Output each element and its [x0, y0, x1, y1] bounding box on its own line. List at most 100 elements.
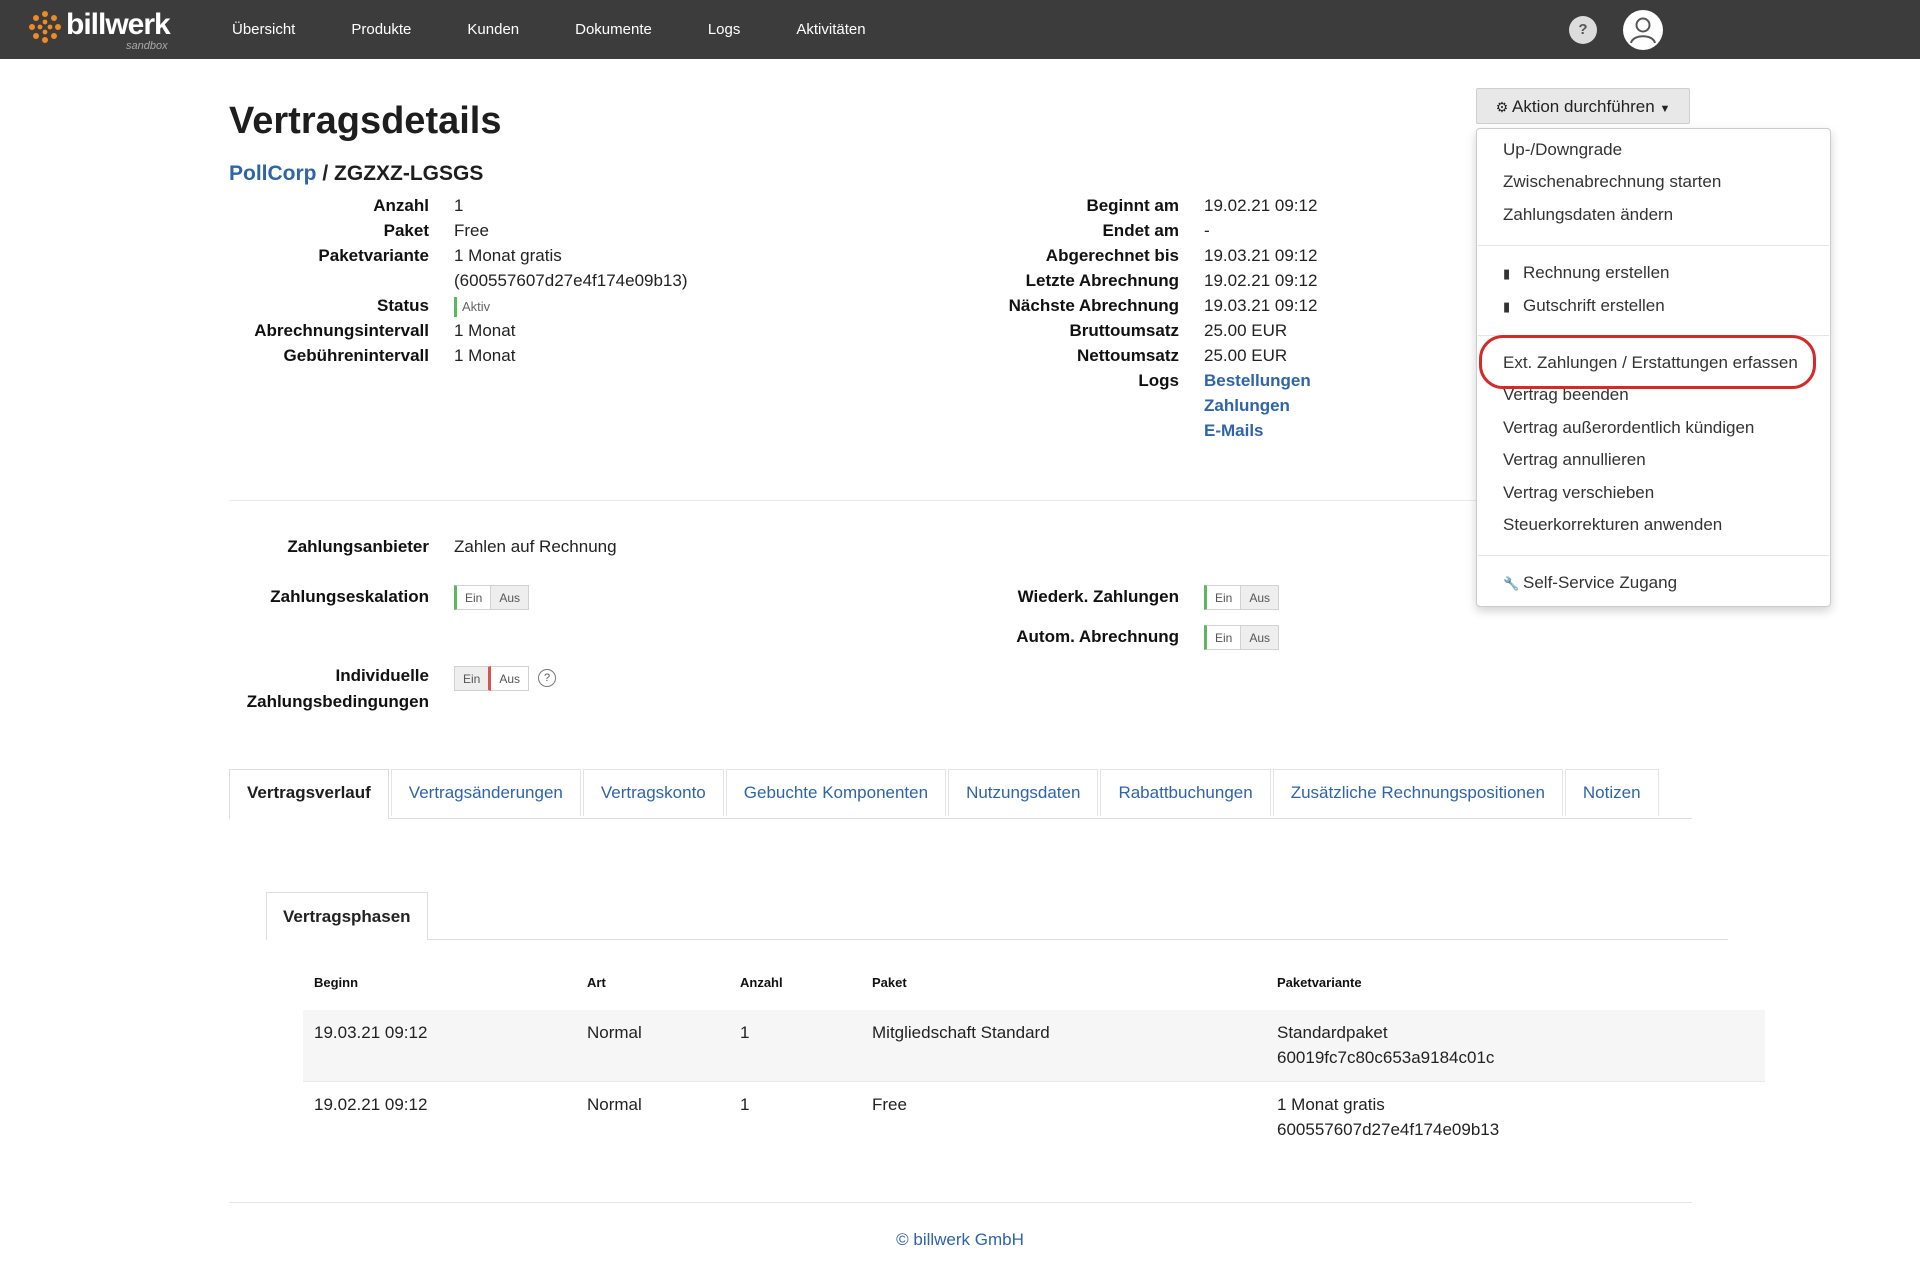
- col-header-paket: Paket: [872, 975, 907, 990]
- nav-logs[interactable]: Logs: [680, 0, 769, 59]
- menu-item-label: Gutschrift erstellen: [1523, 296, 1665, 315]
- toggle-aus[interactable]: Aus: [491, 585, 530, 610]
- footer-copyright[interactable]: © billwerk GmbH: [0, 1230, 1920, 1250]
- wrench-icon: 🔧: [1503, 576, 1520, 591]
- tab-vertragsverlauf[interactable]: Vertragsverlauf: [229, 769, 389, 819]
- toggle-ein[interactable]: Ein: [1204, 625, 1242, 650]
- paket-value: Free: [454, 221, 489, 240]
- nav-aktivitaeten[interactable]: Aktivitäten: [768, 0, 893, 59]
- toggle-aus[interactable]: Aus: [1241, 585, 1280, 610]
- footer-divider: [229, 1202, 1692, 1203]
- status-badge: Aktiv: [454, 297, 490, 317]
- abgerechnet-label: Abgerechnet bis: [1045, 246, 1179, 265]
- menu-item-zahlungsdaten-aendern[interactable]: Zahlungsdaten ändern: [1503, 205, 1673, 225]
- caret-down-icon: ▼: [1659, 103, 1671, 115]
- menu-item-self-service-zugang[interactable]: 🔧 Self-Service Zugang: [1503, 573, 1677, 593]
- aktion-button-label: Aktion durchführen: [1512, 97, 1655, 116]
- tab-zusaetzliche-rechnungspositionen[interactable]: Zusätzliche Rechnungspositionen: [1272, 769, 1563, 816]
- menu-item-up-downgrade[interactable]: Up-/Downgrade: [1503, 140, 1622, 160]
- highlight-annotation-ring: [1479, 335, 1816, 389]
- logs-label: Logs: [1138, 371, 1179, 390]
- tab-notizen[interactable]: Notizen: [1564, 769, 1659, 816]
- paket-label: Paket: [383, 221, 429, 240]
- breadcrumb-separator: /: [322, 162, 329, 185]
- logo-wordmark: billwerk: [66, 8, 171, 41]
- wiederk-zahlungen-toggle[interactable]: Ein Aus: [1204, 585, 1280, 610]
- toggle-ein[interactable]: Ein: [1204, 585, 1242, 610]
- nav-dokumente[interactable]: Dokumente: [547, 0, 680, 59]
- endet-label: Endet am: [1102, 221, 1179, 240]
- contract-breadcrumb: PollCorp / ZGZXZ-LGSGS: [229, 162, 483, 186]
- menu-item-gutschrift-erstellen[interactable]: ▮ Gutschrift erstellen: [1503, 296, 1665, 316]
- tab-rabattbuchungen[interactable]: Rabattbuchungen: [1100, 769, 1271, 816]
- contract-tabs: Vertragsverlauf Vertragsänderungen Vertr…: [229, 769, 1692, 819]
- cell-paketvariante: 1 Monat gratis 600557607d27e4f174e09b13: [1277, 1092, 1499, 1142]
- logs-zahlungen-link[interactable]: Zahlungen: [1204, 393, 1311, 418]
- toggle-ein[interactable]: Ein: [454, 666, 492, 691]
- menu-item-steuerkorrekturen[interactable]: Steuerkorrekturen anwenden: [1503, 515, 1722, 535]
- cell-paketvariante-id: 60019fc7c80c653a9184c01c: [1277, 1048, 1495, 1067]
- gebuehrenintervall-value: 1 Monat: [454, 346, 516, 365]
- autom-abrechnung-label: Autom. Abrechnung: [1016, 627, 1179, 646]
- cell-art: Normal: [587, 1095, 642, 1114]
- gebuehrenintervall-label: Gebührenintervall: [283, 346, 429, 365]
- menu-item-rechnung-erstellen[interactable]: ▮ Rechnung erstellen: [1503, 263, 1669, 283]
- wiederk-zahlungen-label: Wiederk. Zahlungen: [1017, 587, 1179, 606]
- zahlungsanbieter-value: Zahlen auf Rechnung: [454, 537, 617, 556]
- help-icon[interactable]: ?: [1569, 16, 1597, 44]
- user-avatar-icon[interactable]: [1623, 10, 1663, 50]
- nav-uebersicht[interactable]: Übersicht: [204, 0, 323, 59]
- letzte-abrechnung-label: Letzte Abrechnung: [1025, 271, 1179, 290]
- logo-dots-icon: [29, 11, 61, 43]
- individuelle-zahlungsbedingungen-toggle[interactable]: Ein Aus: [454, 666, 530, 691]
- menu-item-vertrag-verschieben[interactable]: Vertrag verschieben: [1503, 483, 1654, 503]
- menu-divider: [1478, 245, 1829, 246]
- cell-beginn: 19.03.21 09:12: [314, 1023, 428, 1042]
- menu-item-ausserordentlich-kuendigen[interactable]: Vertrag außerordentlich kündigen: [1503, 418, 1754, 438]
- tab-vertragsaenderungen[interactable]: Vertragsänderungen: [390, 769, 581, 816]
- aktion-durchfuehren-button[interactable]: ⚙ Aktion durchführen ▼: [1476, 88, 1690, 124]
- naechste-abrechnung-label: Nächste Abrechnung: [1008, 296, 1179, 315]
- abrechnungsintervall-value: 1 Monat: [454, 321, 516, 340]
- logs-bestellungen-link[interactable]: Bestellungen: [1204, 368, 1311, 393]
- nettoumsatz-value: 25.00 EUR: [1204, 346, 1288, 365]
- tab-vertragskonto[interactable]: Vertragskonto: [582, 769, 724, 816]
- bruttoumsatz-label: Bruttoumsatz: [1069, 321, 1179, 340]
- paketvariante-id: (600557607d27e4f174e09b13): [454, 271, 688, 290]
- tab-vertragsphasen[interactable]: Vertragsphasen: [266, 892, 428, 940]
- logs-emails-link[interactable]: E-Mails: [1204, 418, 1311, 443]
- customer-link[interactable]: PollCorp: [229, 162, 317, 185]
- section-divider: [229, 500, 1692, 501]
- top-navigation-bar: billwerk sandbox Übersicht Produkte Kund…: [0, 0, 1920, 59]
- paketvariante-label: Paketvariante: [318, 246, 429, 265]
- menu-item-label: Self-Service Zugang: [1523, 573, 1678, 592]
- zahlungseskalation-label: Zahlungseskalation: [270, 587, 429, 606]
- toggle-ein[interactable]: Ein: [454, 585, 492, 610]
- menu-item-label: Rechnung erstellen: [1523, 263, 1670, 282]
- zahlungsanbieter-label: Zahlungsanbieter: [287, 537, 429, 556]
- letzte-abrechnung-value: 19.02.21 09:12: [1204, 271, 1318, 290]
- toggle-aus[interactable]: Aus: [1241, 625, 1280, 650]
- phase-subtabs: Vertragsphasen: [266, 892, 1728, 940]
- naechste-abrechnung-value: 19.03.21 09:12: [1204, 296, 1318, 315]
- tab-nutzungsdaten[interactable]: Nutzungsdaten: [948, 769, 1099, 816]
- menu-item-vertrag-annullieren[interactable]: Vertrag annullieren: [1503, 450, 1646, 470]
- nav-produkte[interactable]: Produkte: [323, 0, 439, 59]
- individuelle-label-line2: Zahlungsbedingungen: [246, 692, 429, 711]
- nettoumsatz-label: Nettoumsatz: [1076, 346, 1179, 365]
- col-header-anzahl: Anzahl: [740, 975, 783, 990]
- tab-gebuchte-komponenten[interactable]: Gebuchte Komponenten: [725, 769, 947, 816]
- contract-code: ZGZXZ-LGSGS: [334, 162, 484, 185]
- abrechnungsintervall-label: Abrechnungsintervall: [254, 321, 429, 340]
- document-icon: ▮: [1503, 299, 1511, 314]
- autom-abrechnung-toggle[interactable]: Ein Aus: [1204, 625, 1280, 650]
- menu-item-zwischenabrechnung[interactable]: Zwischenabrechnung starten: [1503, 172, 1721, 192]
- page-title: Vertragsdetails: [229, 100, 502, 142]
- col-header-beginn: Beginn: [314, 975, 359, 990]
- nav-kunden[interactable]: Kunden: [439, 0, 547, 59]
- toggle-aus[interactable]: Aus: [491, 666, 530, 691]
- zahlungseskalation-toggle[interactable]: Ein Aus: [454, 585, 530, 610]
- cell-paket: Mitgliedschaft Standard: [872, 1023, 1050, 1042]
- help-question-icon[interactable]: ?: [538, 669, 556, 687]
- cell-anzahl: 1: [740, 1095, 750, 1114]
